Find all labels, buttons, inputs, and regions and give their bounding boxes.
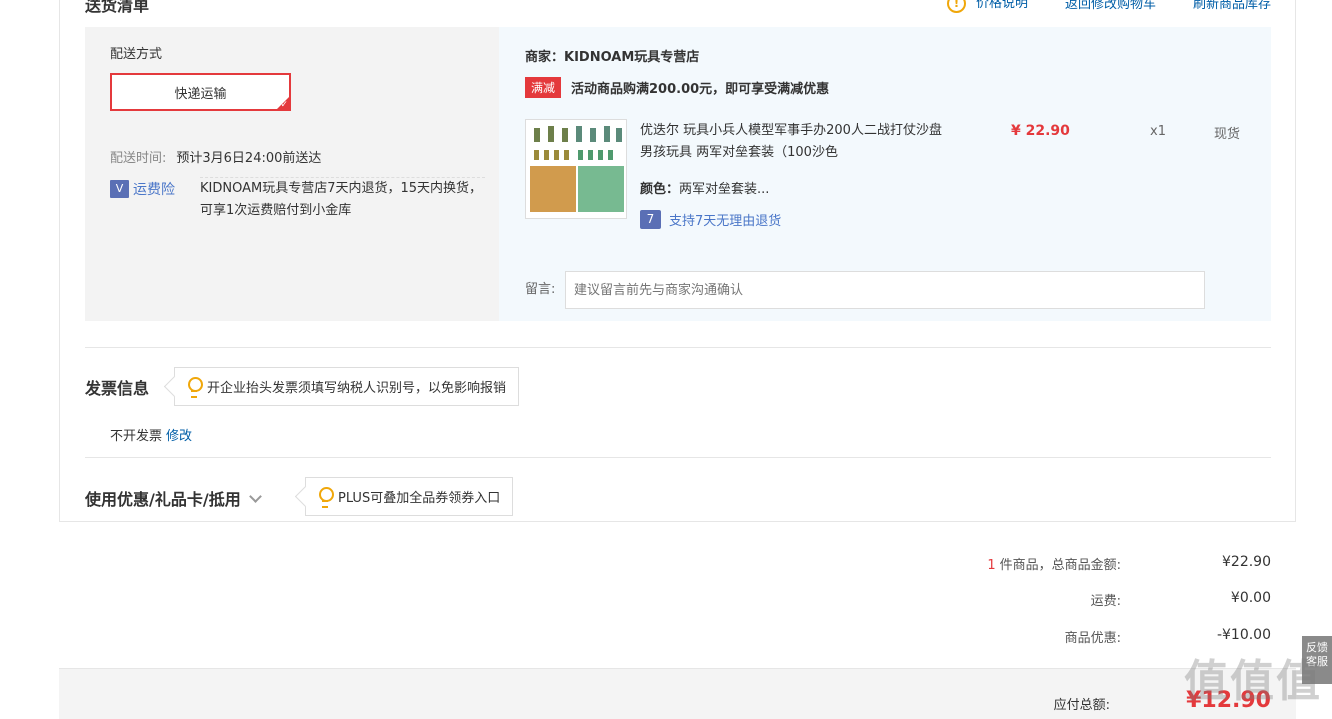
shipping-panel: 配送方式 快递运输 ✓ 配送时间: 预计3月6日24:00前送达 V 运费险 KI… xyxy=(85,27,499,321)
freight-row: 运费: ¥0.00 xyxy=(921,590,1271,609)
invoice-tip-text: 开企业抬头发票须填写纳税人识别号，以免影响报销 xyxy=(207,381,507,396)
product-color: 颜色：两军对垒套装... xyxy=(640,178,769,197)
freight-insurance-text: KIDNOAM玩具专营店7天内退货，15天内换货，可享1次运费赔付到小金库 xyxy=(200,177,485,222)
seven-day-return-icon: 7 xyxy=(640,210,661,229)
chevron-down-icon xyxy=(248,490,262,503)
shield-icon: V xyxy=(110,180,129,198)
check-icon: ✓ xyxy=(280,100,288,110)
stock-status: 现货 xyxy=(1214,127,1241,142)
goods-total-label-text: 件商品，总商品金额: xyxy=(999,558,1121,573)
discount-row: 商品优惠: -¥10.00 xyxy=(921,627,1271,646)
product-name[interactable]: 优迭尔 玩具小兵人模型军事手办200人二战打仗沙盘男孩玩具 两军对垒套装（100… xyxy=(640,120,950,164)
freight-label: 运费: xyxy=(1090,594,1121,609)
delivery-time-value: 预计3月6日24:00前送达 xyxy=(176,151,322,166)
color-label: 颜色： xyxy=(640,182,680,197)
shipping-method-title: 配送方式 xyxy=(110,47,163,62)
invoice-edit-link[interactable]: 修改 xyxy=(166,429,192,444)
goods-total-row: 1 件商品，总商品金额: ¥22.90 xyxy=(921,554,1271,573)
invoice-title: 发票信息 xyxy=(85,379,150,398)
freight-value: ¥0.00 xyxy=(1230,590,1271,606)
payable-label: 应付总额: xyxy=(1053,698,1110,713)
goods-total-value: ¥22.90 xyxy=(1222,554,1271,570)
delivery-time: 配送时间: 预计3月6日24:00前送达 xyxy=(110,147,321,166)
promo-row: 满减 活动商品购满200.00元，即可享受满减优惠 xyxy=(525,77,829,98)
invoice-tip: 开企业抬头发票须填写纳税人识别号，以免影响报销 xyxy=(174,367,520,406)
goods-total-label: 1 件商品，总商品金额: xyxy=(921,554,1121,573)
product-quantity: x1 xyxy=(1150,124,1166,139)
color-value: 两军对垒套装... xyxy=(679,182,770,197)
lightbulb-icon xyxy=(187,377,203,398)
discount-label: 商品优惠: xyxy=(1064,631,1121,646)
freight-insurance-label: 运费险 xyxy=(133,182,175,198)
coupon-tip[interactable]: PLUS可叠加全品券领券入口 xyxy=(305,477,514,516)
warning-icon: ! xyxy=(946,0,966,13)
merchant-name: 商家：KIDNOAM玩具专营店 xyxy=(525,50,700,65)
toy-soldiers-image xyxy=(526,120,626,218)
seven-day-return-text: 支持7天无理由退货 xyxy=(669,214,782,229)
back-to-cart-link[interactable]: 返回修改购物车 xyxy=(1065,0,1156,12)
promo-text: 活动商品购满200.00元，即可享受满减优惠 xyxy=(571,82,830,97)
discount-value: -¥10.00 xyxy=(1216,627,1271,643)
express-shipping-option[interactable]: 快递运输 ✓ xyxy=(110,73,291,111)
delivery-list-title: 送货清单 xyxy=(85,0,150,15)
invoice-value-text: 不开发票 xyxy=(110,429,163,444)
price-note-link[interactable]: ! 价格说明 xyxy=(946,0,1028,13)
refresh-stock-link[interactable]: 刷新商品库存 xyxy=(1193,0,1271,12)
freight-insurance-tag[interactable]: V 运费险 xyxy=(110,179,175,199)
express-shipping-label: 快递运输 xyxy=(174,86,227,102)
coupon-toggle[interactable]: 使用优惠/礼品卡/抵用 xyxy=(85,486,262,510)
item-count: 1 xyxy=(987,558,996,573)
promo-tag: 满减 xyxy=(525,77,562,98)
lightbulb-icon xyxy=(318,487,334,508)
product-price: ¥ 22.90 xyxy=(1011,123,1070,139)
seven-day-return[interactable]: 7 支持7天无理由退货 xyxy=(640,210,781,229)
coupon-tip-text: PLUS可叠加全品券领券入口 xyxy=(338,491,501,506)
goods-panel: 商家：KIDNOAM玩具专营店 满减 活动商品购满200.00元，即可享受满减优… xyxy=(499,27,1271,321)
product-image[interactable] xyxy=(525,119,627,219)
message-label: 留言: xyxy=(525,282,556,297)
payable-bar xyxy=(59,668,1296,719)
site-watermark: 值值值 xyxy=(1184,656,1322,707)
divider xyxy=(85,457,1271,458)
top-links: ! 价格说明 返回修改购物车 刷新商品库存 xyxy=(946,0,1271,13)
divider xyxy=(85,347,1271,348)
message-input[interactable] xyxy=(565,271,1205,309)
invoice-value: 不开发票 修改 xyxy=(110,425,192,444)
coupon-title: 使用优惠/礼品卡/抵用 xyxy=(85,490,241,509)
delivery-time-label: 配送时间: xyxy=(110,151,167,166)
